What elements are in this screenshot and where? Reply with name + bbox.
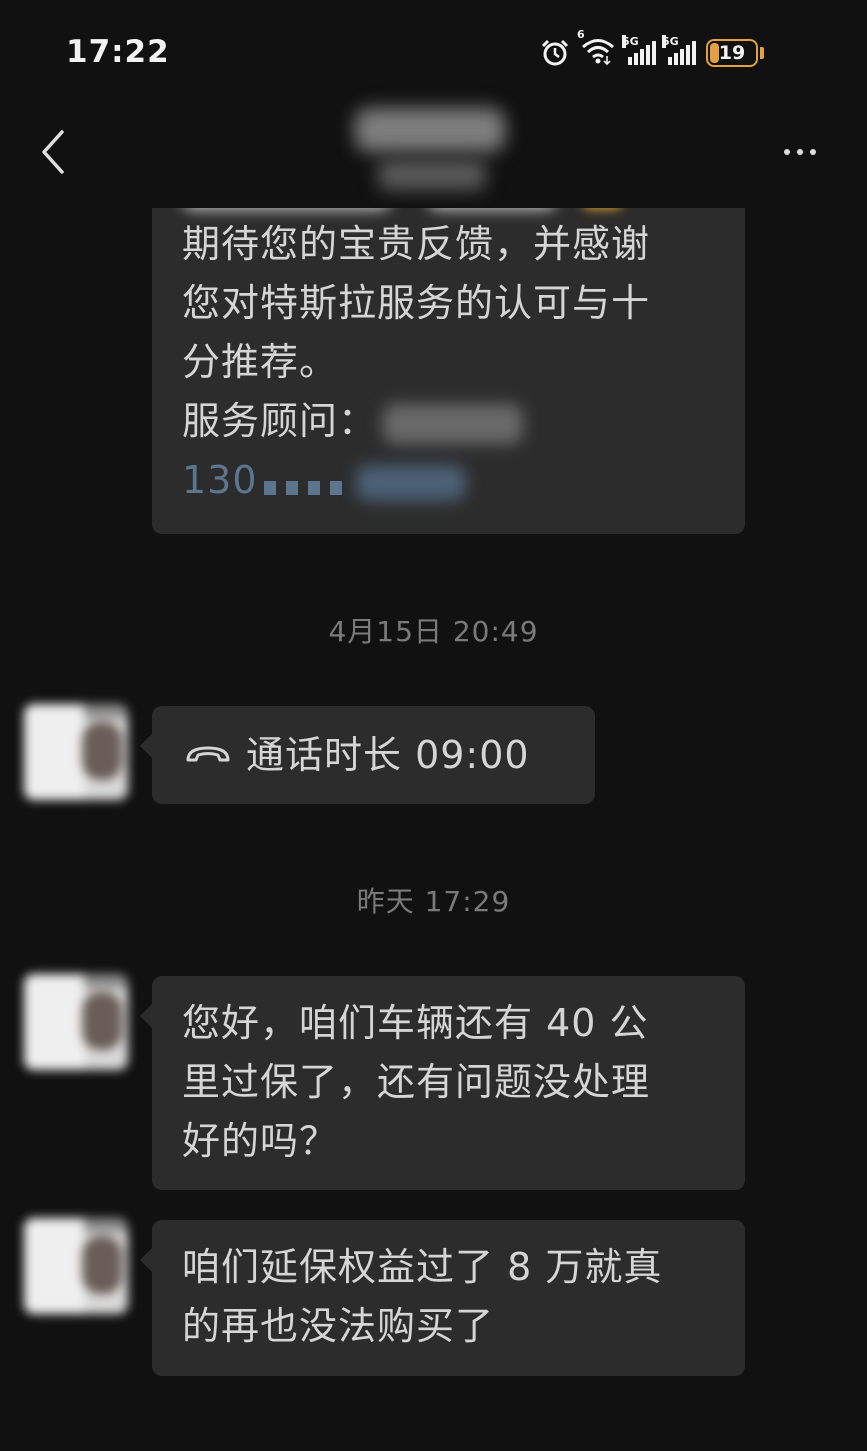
message-line: 分推荐。 xyxy=(182,340,339,384)
battery-level: 19 xyxy=(718,42,746,64)
phone-number-redacted xyxy=(263,453,352,512)
contact-name-redacted xyxy=(355,108,505,152)
message-line: 您对特斯拉服务的认可与十 xyxy=(182,281,651,325)
more-options-button[interactable] xyxy=(770,132,830,172)
sim2-tag: 5G xyxy=(662,35,679,48)
message-line: 的再也没法购买了 xyxy=(182,1304,495,1348)
wifi-icon: 6 xyxy=(577,28,616,70)
message-bubble[interactable]: 您好，咱们车辆还有 40 公 里过保了，还有问题没处理 好的吗？ xyxy=(140,976,745,1190)
message-line: 您好，咱们车辆还有 40 公 xyxy=(182,1001,649,1045)
phone-prefix: 130 xyxy=(182,458,258,502)
status-time: 17:22 xyxy=(66,34,170,70)
message-line: 好的吗？ xyxy=(182,1119,339,1163)
timestamp: 昨天 17:29 xyxy=(356,885,511,918)
cut-off-line-redacted xyxy=(182,208,717,215)
advisor-label: 服务顾问： xyxy=(182,399,378,443)
wifi-tag: 6 xyxy=(577,28,585,41)
advisor-name-redacted xyxy=(383,403,524,444)
message-bubble[interactable]: 期待您的宝贵反馈，并感谢 您对特斯拉服务的认可与十 分推荐。 服务顾问： 130 xyxy=(152,208,745,534)
avatar[interactable] xyxy=(24,974,128,1070)
timestamp: 4月15日 20:49 xyxy=(328,615,539,648)
signal-sim2-icon: 5G xyxy=(662,35,696,65)
message-line: 里过保了，还有问题没处理 xyxy=(182,1060,651,1104)
advisor-line: 服务顾问： xyxy=(182,392,717,451)
message-line: 期待您的宝贵反馈，并感谢 xyxy=(182,222,651,266)
sim1-tag: 5G xyxy=(622,35,639,48)
battery-icon: 19 xyxy=(706,39,758,67)
phone-number-link[interactable]: 130 xyxy=(182,451,717,512)
more-dots-icon xyxy=(784,149,790,155)
message-bubble[interactable]: 咱们延保权益过了 8 万就真 的再也没法购买了 xyxy=(140,1220,745,1376)
message-list[interactable]: 期待您的宝贵反馈，并感谢 您对特斯拉服务的认可与十 分推荐。 服务顾问： 130… xyxy=(0,208,867,1451)
battery-nub xyxy=(760,47,764,59)
signal-sim1-icon: 5G xyxy=(622,35,656,65)
contact-subtitle-redacted xyxy=(378,160,486,190)
avatar[interactable] xyxy=(24,704,128,800)
chevron-left-icon xyxy=(42,130,64,174)
avatar[interactable] xyxy=(24,1218,128,1314)
message-line: 咱们延保权益过了 8 万就真 xyxy=(182,1245,663,1289)
back-button[interactable] xyxy=(28,124,78,180)
call-duration-label: 通话时长 09:00 xyxy=(246,733,530,777)
alarm-icon xyxy=(541,39,569,66)
phone-hangup-icon xyxy=(186,746,230,761)
call-record-bubble[interactable]: 通话时长 09:00 xyxy=(140,706,595,804)
status-icons: 6 5G 5G 19 xyxy=(540,28,764,70)
